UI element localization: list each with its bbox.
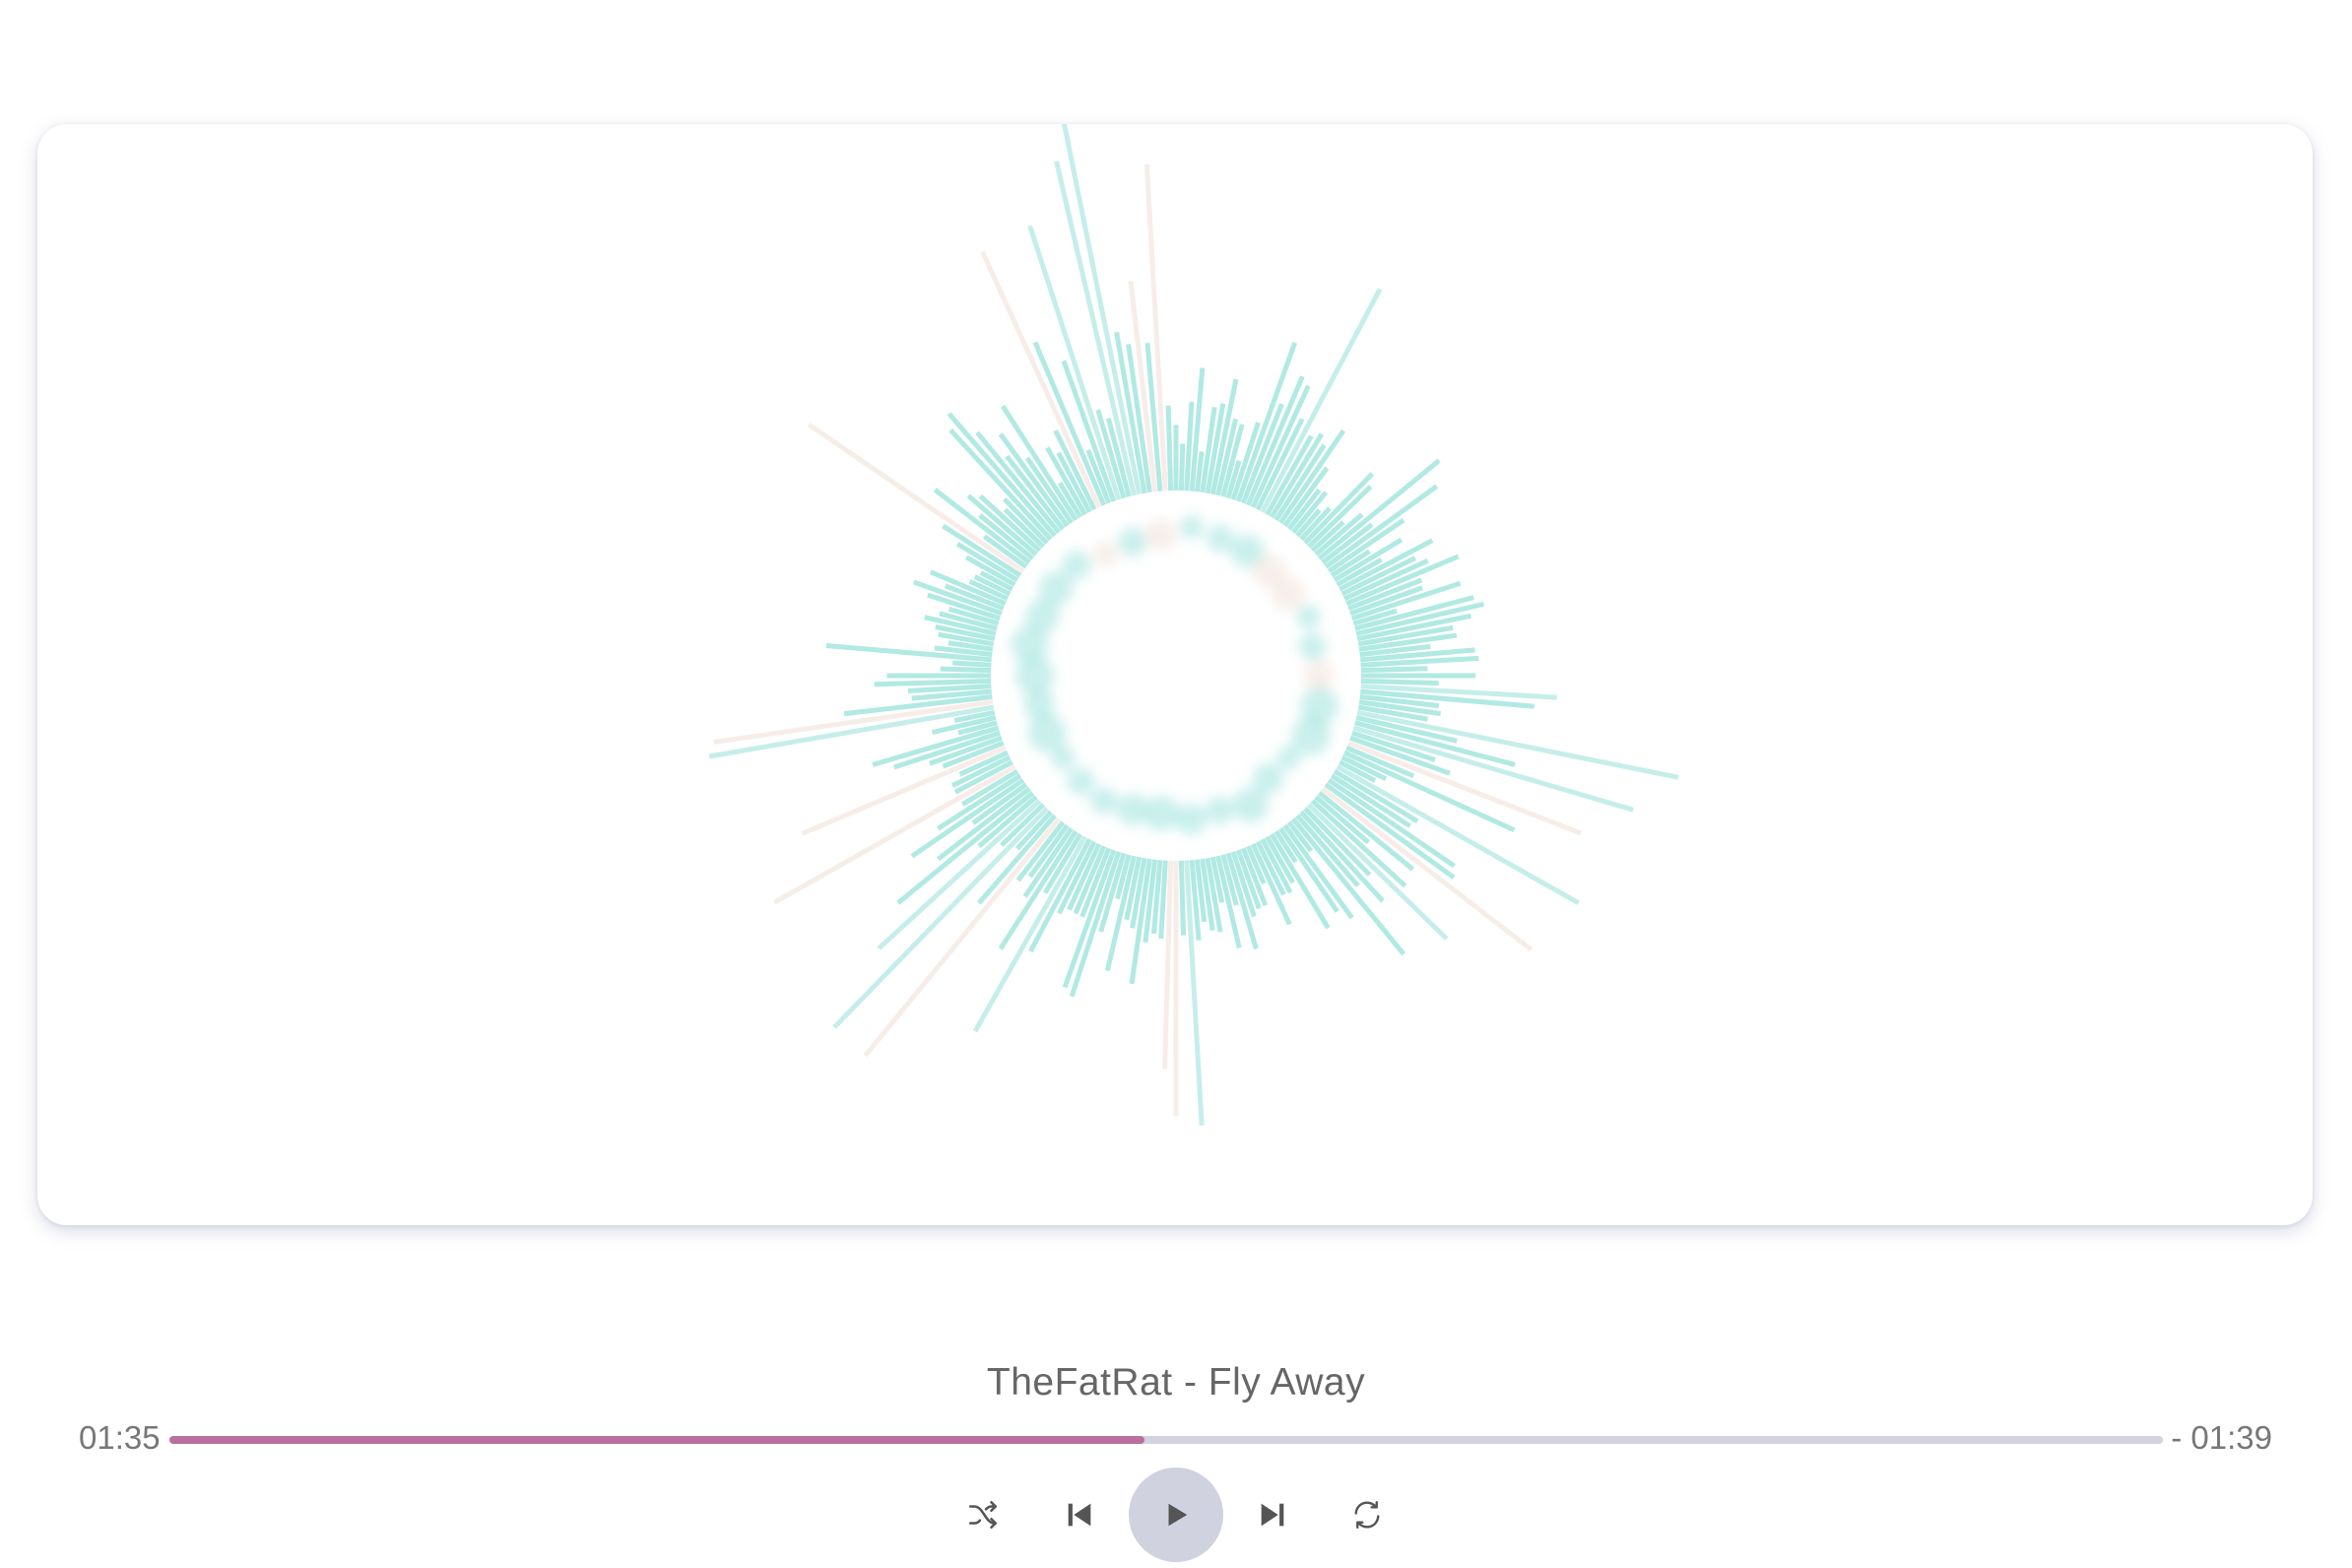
- visualizer-bar: [951, 660, 998, 669]
- visualizer-ring-dot: [1175, 803, 1208, 835]
- shuffle-button[interactable]: [953, 1485, 1013, 1544]
- visualizer-ring-dot: [1027, 713, 1067, 752]
- playback-controls: [0, 1468, 2352, 1562]
- visualizer-bar: [940, 666, 998, 674]
- next-button[interactable]: [1243, 1485, 1302, 1544]
- repeat-icon: [1354, 1501, 1380, 1529]
- shuffle-icon: [968, 1500, 998, 1530]
- visualizer-ring-dot: [1232, 787, 1269, 823]
- play-icon: [1168, 1503, 1188, 1527]
- visualizer-ring-dot: [1296, 604, 1321, 629]
- time-remaining: - 01:39: [2171, 1419, 2272, 1456]
- visualizer-ring-dot: [1067, 767, 1095, 796]
- visualizer-bar: [807, 423, 1030, 577]
- progress-bar[interactable]: [169, 1436, 2163, 1444]
- audio-visualizer: [708, 124, 1679, 1126]
- visualizer-ring-dot: [1144, 518, 1178, 551]
- progress-fill: [169, 1436, 1144, 1444]
- visualizer-ring-dot: [1298, 632, 1327, 661]
- skip-previous-icon: [1068, 1503, 1091, 1527]
- previous-button[interactable]: [1050, 1485, 1109, 1544]
- visualizer-bar: [1178, 443, 1186, 497]
- play-button[interactable]: [1129, 1468, 1223, 1562]
- track-title: TheFatRat - Fly Away: [986, 1361, 1366, 1404]
- visualizer-bar: [1354, 678, 1439, 686]
- visualizer-bar: [1354, 666, 1428, 674]
- visualizer-ring-dot: [1116, 793, 1149, 826]
- visualizer-bar: [1341, 738, 1583, 836]
- visualizer-ring-dot: [1062, 550, 1091, 580]
- visualizer-bar: [1178, 854, 1187, 936]
- visualizer-ring-dot: [1092, 541, 1119, 567]
- visualizer-ring-dot: [1272, 577, 1306, 612]
- visualizer-bar: [874, 678, 998, 687]
- visualizer-ring-dot: [1179, 515, 1204, 540]
- visualizer-bar: [1350, 708, 1679, 780]
- visualizer-ring-dot: [1276, 746, 1301, 770]
- visualizer-ring-dot: [1143, 795, 1180, 831]
- visualizer-ring-dot: [1303, 660, 1335, 691]
- visualizer-ring-dot: [1206, 796, 1234, 825]
- visualizer-ring-dot: [1118, 527, 1147, 557]
- visualizer-bar: [1165, 405, 1174, 497]
- skip-next-icon: [1261, 1503, 1284, 1527]
- time-elapsed: 01:35: [79, 1419, 161, 1456]
- visualizer-ring-dot: [1207, 524, 1235, 553]
- visualizer-ring-dot: [1089, 787, 1118, 815]
- visualizer-card: [37, 124, 2313, 1225]
- repeat-button[interactable]: [1338, 1485, 1397, 1544]
